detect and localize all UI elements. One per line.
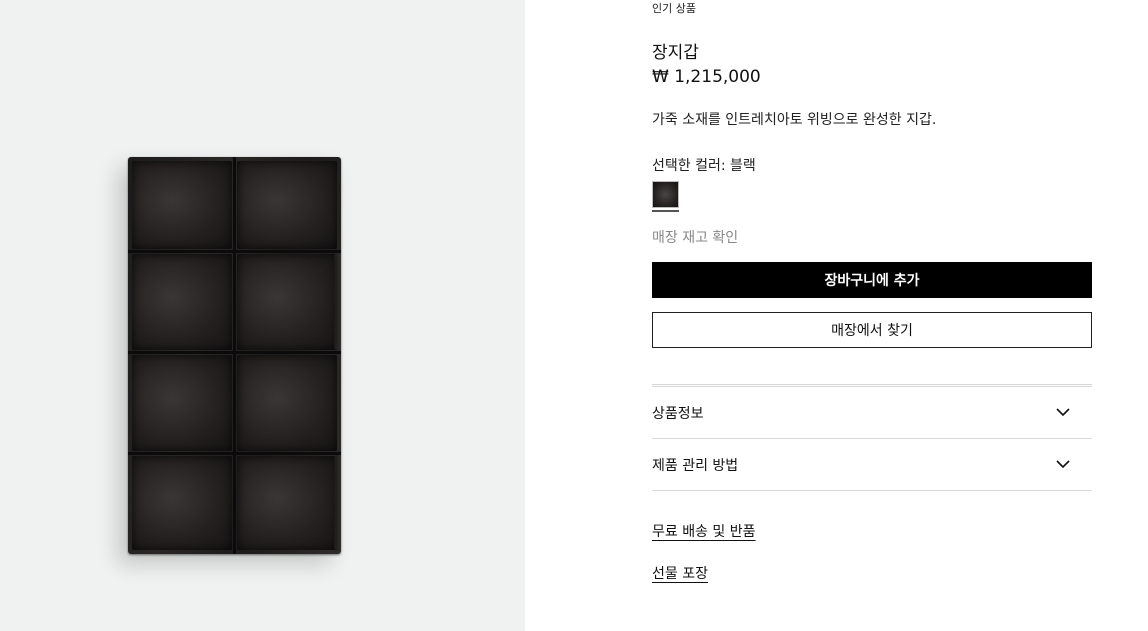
wallet-edge — [334, 253, 341, 351]
product-image-wallet — [128, 157, 341, 554]
chevron-down-icon — [1056, 460, 1070, 469]
selected-color-label: 선택한 컬러: — [652, 158, 726, 174]
weave-tile — [237, 161, 337, 249]
product-title: 장지갑 — [652, 43, 699, 63]
accordion-product-info[interactable]: 상품정보 — [652, 387, 1092, 439]
weave-seam — [128, 351, 341, 354]
weave-seam — [128, 250, 341, 253]
weave-seam — [128, 452, 341, 455]
find-in-store-button[interactable]: 매장에서 찾기 — [652, 312, 1092, 348]
weave-tile — [132, 254, 232, 350]
weave-tile — [237, 456, 337, 550]
weave-seam — [233, 157, 236, 554]
selected-color-value: 블랙 — [730, 158, 756, 174]
chevron-down-icon — [1056, 408, 1070, 417]
weave-tile — [237, 254, 337, 350]
swatch-selected-indicator — [652, 210, 679, 212]
accordion-label: 상품정보 — [652, 405, 704, 422]
add-to-cart-button[interactable]: 장바구니에 추가 — [652, 262, 1092, 298]
product-eyebrow: 인기 상품 — [652, 2, 696, 15]
gift-wrapping-link[interactable]: 선물 포장 — [652, 563, 708, 583]
wallet-edge — [334, 455, 341, 551]
stock-check-link[interactable]: 매장 재고 확인 — [652, 227, 738, 247]
selected-color: 선택한 컬러: 블랙 — [652, 155, 756, 175]
color-swatch-black[interactable] — [652, 181, 679, 208]
product-price: ₩ 1,215,000 — [652, 67, 761, 87]
product-description: 가죽 소재를 인트레치아토 위빙으로 완성한 지갑. — [652, 112, 937, 128]
shipping-returns-link[interactable]: 무료 배송 및 반품 — [652, 521, 756, 541]
weave-tile — [132, 456, 232, 550]
product-image-panel — [0, 0, 525, 631]
weave-tile — [132, 355, 232, 451]
accordion-care-instructions[interactable]: 제품 관리 방법 — [652, 439, 1092, 491]
weave-tile — [132, 161, 232, 249]
weave-tile — [237, 355, 337, 451]
accordion-label: 제품 관리 방법 — [652, 457, 739, 474]
product-accordion: 상품정보 제품 관리 방법 — [652, 384, 1092, 491]
